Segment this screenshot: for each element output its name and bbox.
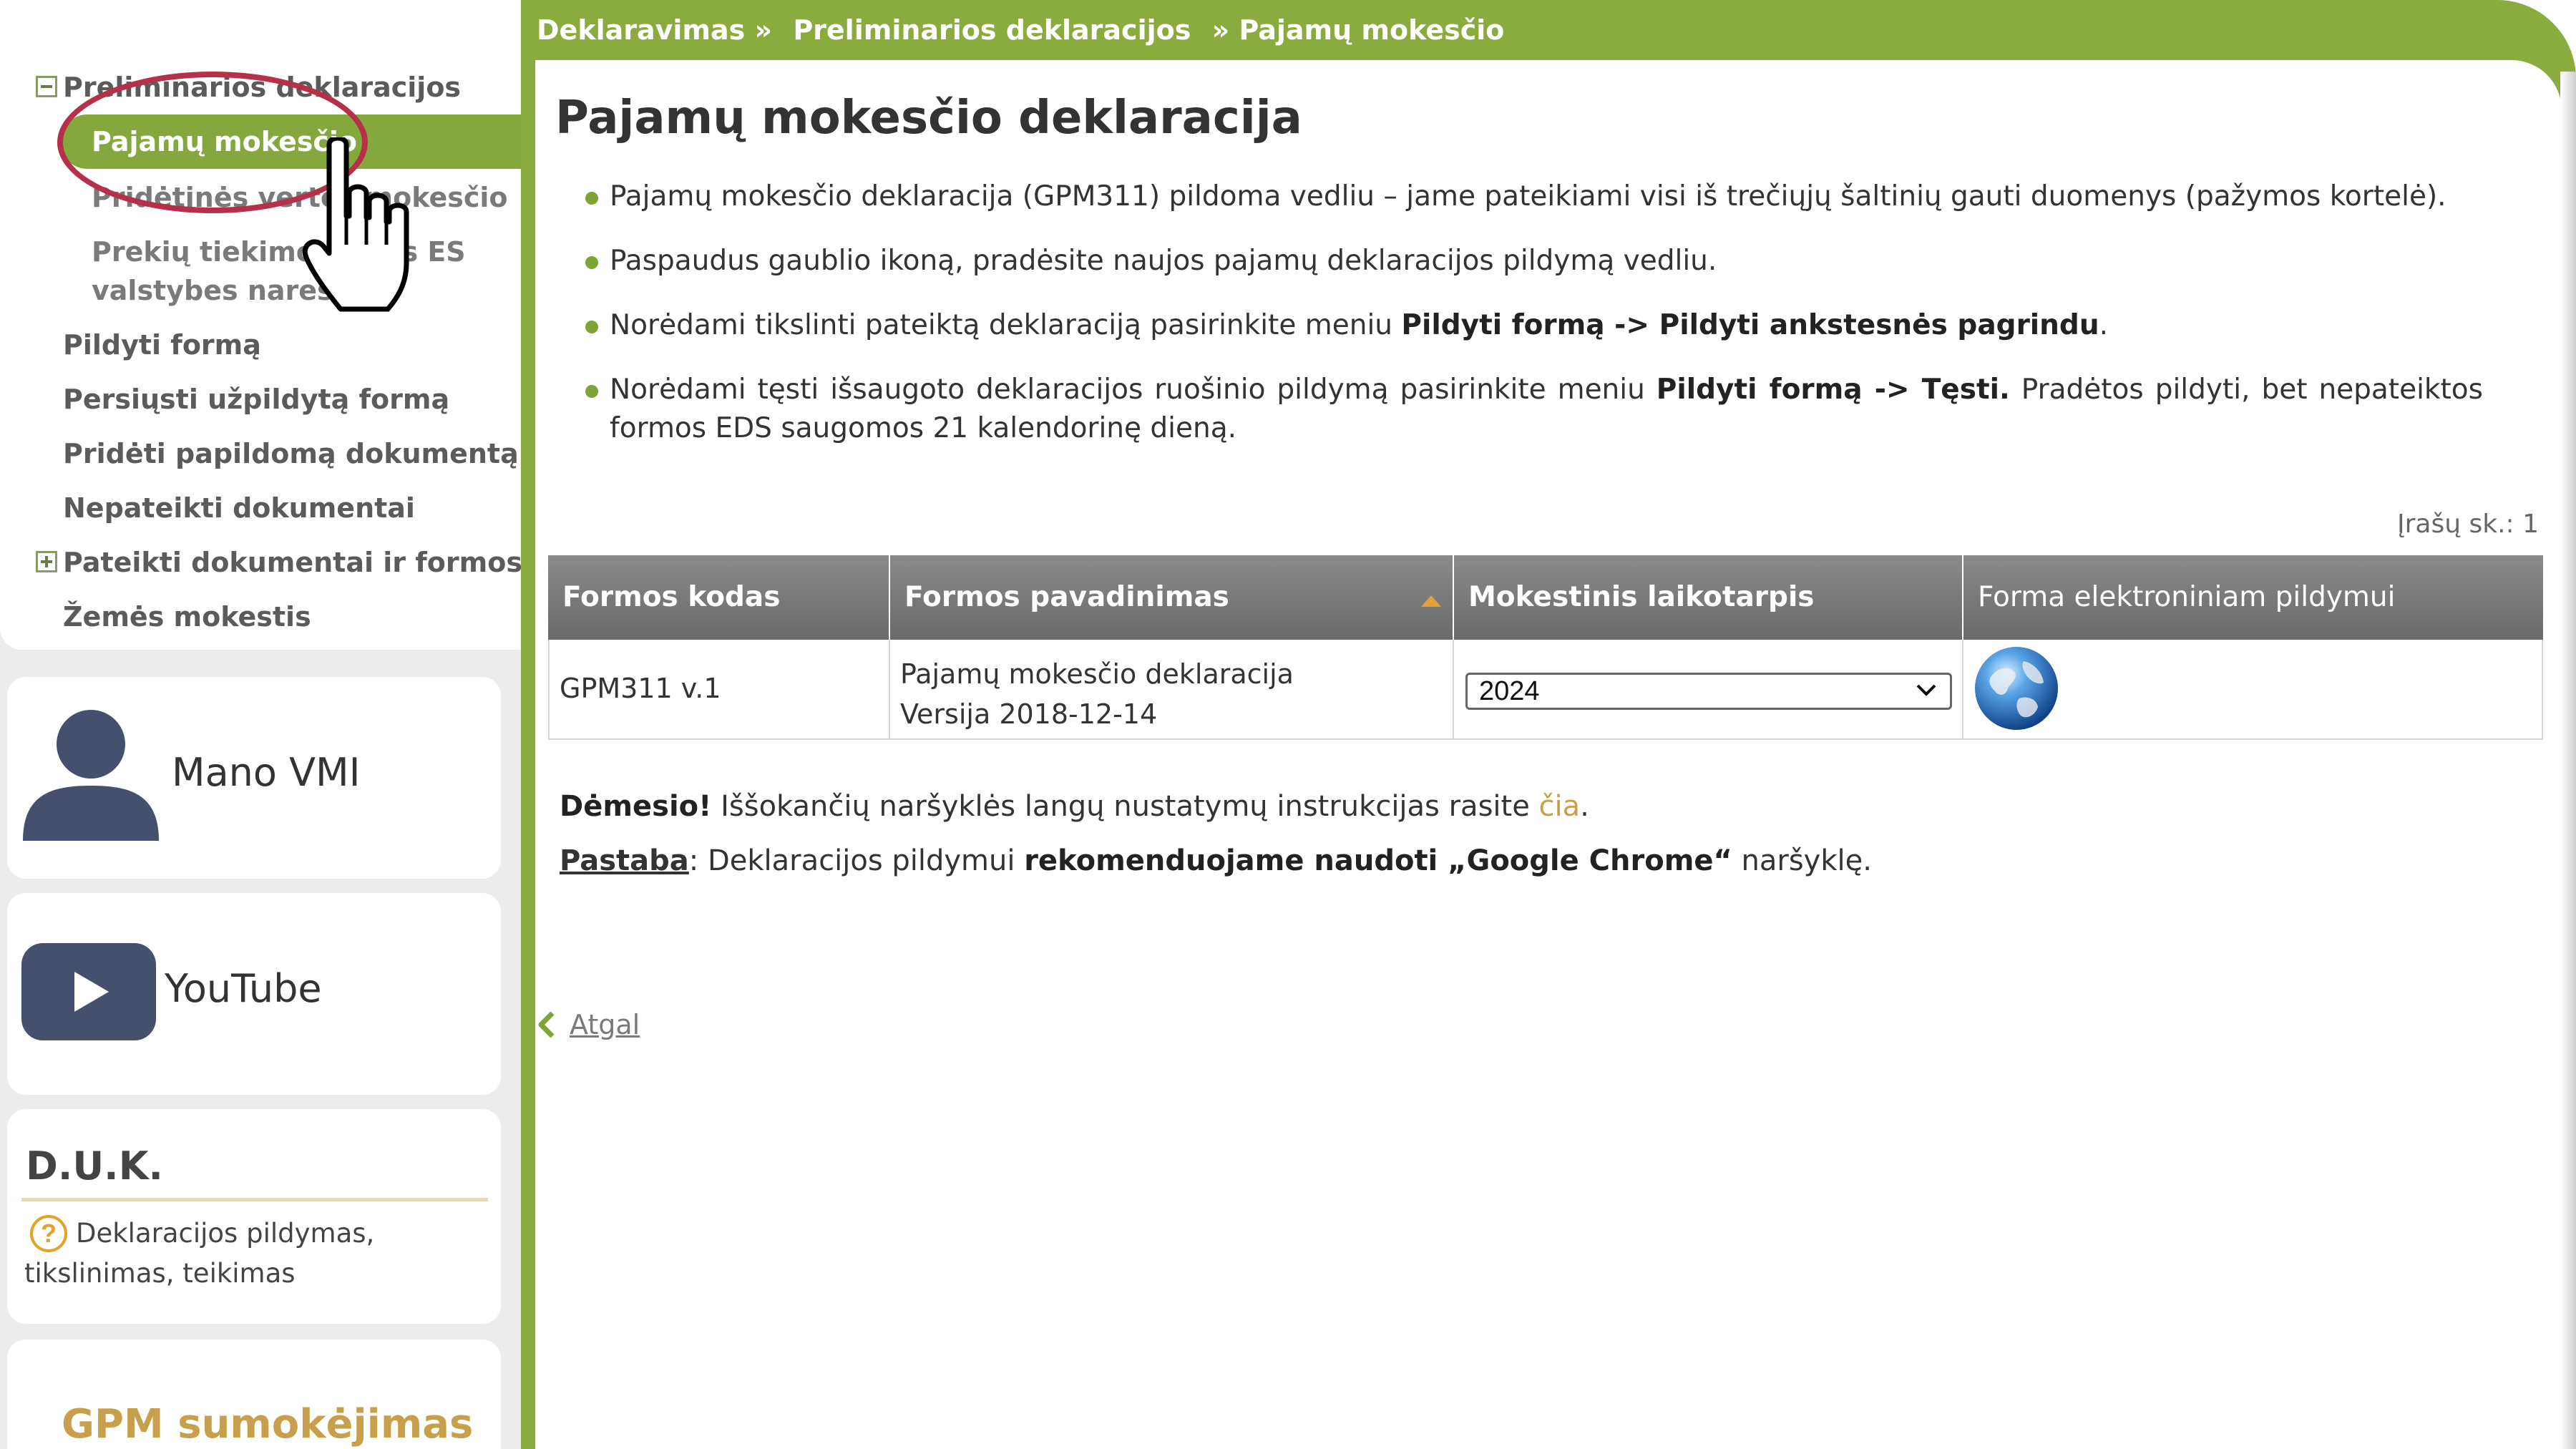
back-link[interactable]: Atgal: [570, 1009, 640, 1040]
bullet-dot: [585, 321, 598, 333]
breadcrumb: Deklaravimas » Preliminarios deklaracijo…: [537, 14, 1516, 46]
duk-divider: [21, 1198, 488, 1201]
menu-item-zemes-mokestis[interactable]: Žemės mokestis: [63, 601, 311, 633]
table-cell-form-version: Versija 2018-12-14: [900, 698, 1158, 730]
remark-bold: rekomenduojame naudoti „Google Chrome“: [1024, 844, 1732, 877]
remark-note: Pastaba: Deklaracijos pildymui rekomendu…: [560, 844, 1872, 877]
card-youtube-label[interactable]: YouTube: [165, 966, 322, 1011]
remark-label: Pastaba: [560, 844, 689, 877]
gpm-title[interactable]: GPM sumokėjimas: [62, 1401, 473, 1448]
menu-item-pateikti[interactable]: Pateikti dokumentai ir formos: [63, 547, 522, 578]
info-bullet-3-pre: Norėdami tikslinti pateiktą deklaraciją …: [610, 309, 1402, 341]
table-cell-form-name: Pajamų mokesčio deklaracija: [900, 658, 1294, 690]
attention-note: Dėmesio! Iššokančių naršyklės langų nust…: [560, 790, 1589, 823]
youtube-play-icon: [21, 943, 156, 1040]
duk-link[interactable]: Deklaracijos pildymas, tikslinimas, teik…: [24, 1214, 482, 1294]
info-bullet-4: Norėdami tęsti išsaugoto deklaracijos ru…: [610, 371, 2483, 448]
chevron-down-icon: [1916, 684, 1936, 696]
chevron-left-icon[interactable]: [535, 1010, 558, 1039]
record-count: Įrašų sk.: 1: [2396, 509, 2539, 539]
page-title: Pajamų mokesčio deklaracija: [555, 92, 1302, 145]
remark-end: naršyklę.: [1732, 844, 1872, 877]
breadcrumb-item-deklaravimas[interactable]: Deklaravimas »: [537, 14, 772, 46]
info-bullet-4-pre: Norėdami tęsti išsaugoto deklaracijos ru…: [610, 374, 1657, 406]
attention-text: Iššokančių naršyklės langų nustatymų ins…: [711, 790, 1539, 823]
period-select[interactable]: 2024: [1465, 673, 1952, 710]
collapse-icon[interactable]: [36, 76, 57, 97]
breadcrumb-item-preliminarios[interactable]: Preliminarios deklaracijos: [793, 14, 1191, 46]
menu-item-prideti-dokumenta[interactable]: Pridėti papildomą dokumentą: [63, 438, 519, 469]
column-header-name[interactable]: Formos pavadinimas: [890, 555, 1454, 640]
menu-item-persiusti[interactable]: Persiųsti užpildytą formą: [63, 384, 449, 415]
sort-ascending-icon[interactable]: [1421, 595, 1441, 607]
menu-item-nepateikti[interactable]: Nepateikti dokumentai: [63, 492, 415, 524]
table-cell-code: GPM311 v.1: [548, 640, 890, 740]
tree-item-prekiu-tiekimo-cont[interactable]: valstybes nares: [92, 275, 333, 306]
hand-pointer-icon: [302, 137, 409, 312]
info-bullet-3-menu: Pildyti formą -> Pildyti ankstesnės pagr…: [1401, 309, 2099, 341]
column-header-code[interactable]: Formos kodas: [548, 555, 890, 640]
remark-text: : Deklaracijos pildymui: [688, 844, 1025, 877]
menu-item-pildyti-forma[interactable]: Pildyti formą: [63, 329, 261, 361]
person-icon: [23, 710, 159, 841]
info-bullet-1: Pajamų mokesčio deklaracija (GPM311) pil…: [610, 180, 2446, 213]
breadcrumb-item-current: » Pajamų mokesčio: [1211, 14, 1505, 46]
bullet-dot: [585, 256, 598, 269]
expand-icon[interactable]: [36, 551, 57, 572]
duk-title: D.U.K.: [26, 1143, 164, 1189]
column-header-period[interactable]: Mokestinis laikotarpis: [1454, 555, 1963, 640]
info-bullet-4-menu: Pildyti formą -> Tęsti.: [1656, 374, 2010, 406]
info-bullet-2: Paspaudus gaublio ikoną, pradėsite naujo…: [610, 245, 1717, 277]
table-cell-name: Pajamų mokesčio deklaracija Versija 2018…: [890, 640, 1454, 740]
attention-label: Dėmesio!: [560, 790, 712, 823]
bullet-dot: [585, 192, 598, 205]
attention-end: .: [1580, 790, 1589, 823]
info-bullet-3: Norėdami tikslinti pateiktą deklaraciją …: [610, 306, 2483, 345]
info-bullet-3-post: .: [2099, 309, 2109, 341]
instructions-link[interactable]: čia: [1539, 790, 1581, 823]
right-edge-shadow: [2560, 72, 2576, 1449]
card-mano-vmi-label[interactable]: Mano VMI: [172, 750, 361, 795]
bullet-dot: [585, 385, 598, 398]
globe-icon[interactable]: [1974, 645, 2059, 731]
column-header-eform: Forma elektroniniam pildymui: [1978, 581, 2396, 613]
